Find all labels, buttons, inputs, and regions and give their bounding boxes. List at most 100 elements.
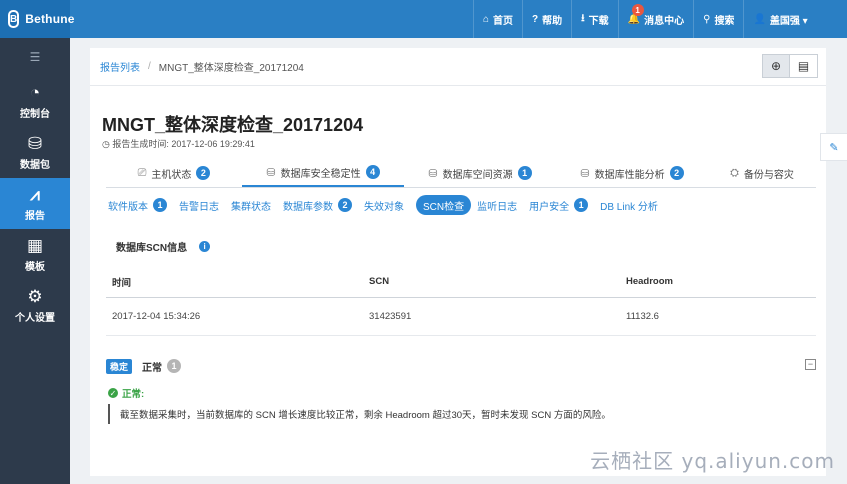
tab-host-status[interactable]: ⎚ 主机状态 2 (106, 159, 242, 187)
sidebar-item-label: 控制台 (20, 108, 50, 120)
table-row: 2017-12-04 15:34:26 31423591 11132.6 (106, 297, 816, 336)
notification-badge: 1 (631, 4, 644, 16)
brand[interactable]: B Bethune (0, 0, 74, 38)
top-nav: ⌂ 首页 ? 帮助 ⭳ 下载 🔔 1 消息中心 ⚲ 搜索 👤 盖国强 ▾ (473, 0, 817, 38)
sidebar-item-label: 模板 (25, 261, 45, 273)
sidebar-item-reports[interactable]: ⩘ 报告 (0, 178, 70, 229)
zoom-icon: ⊕ (770, 59, 782, 73)
cell-scn: 31423591 (363, 297, 620, 336)
subtab-invalid-objects[interactable]: 失效对象 (364, 195, 404, 215)
report-panel: 报告列表 / MNGT_整体深度检查_20171204 ⊕ ▤ MNGT_整体深… (90, 48, 826, 476)
subcategory-tabs: 软件版本 1 告警日志 集群状态 数据库参数 2 失效对象 SCN检查 监听日志… (108, 195, 670, 215)
database-icon: ⛁ (428, 167, 438, 180)
nav-search-label: 搜索 (714, 15, 735, 27)
subtab-db-link-analysis[interactable]: DB Link 分析 (600, 195, 658, 215)
status-count-badge: 1 (167, 359, 182, 373)
home-icon: ⌂ (483, 13, 490, 25)
sidebar-item-dashboard[interactable]: ◔ 控制台 (0, 76, 70, 127)
nav-home-label: 首页 (493, 15, 514, 27)
subtab-label: 用户安全 (529, 201, 570, 213)
nav-help[interactable]: ? 帮助 (522, 0, 571, 38)
stable-tag: 稳定 (106, 358, 133, 374)
app-name: Bethune (25, 12, 75, 26)
breadcrumb-report-list-link[interactable]: 报告列表 (100, 59, 140, 74)
zoom-view-button[interactable]: ⊕ (762, 54, 790, 78)
status-normal: 正常 1 (142, 359, 182, 374)
breadcrumb: 报告列表 / MNGT_整体深度检查_20171204 (90, 48, 826, 86)
subtab-software-version[interactable]: 软件版本 1 (108, 195, 167, 215)
subtab-label: 集群状态 (231, 201, 271, 213)
nav-download-label: 下载 (588, 15, 609, 27)
user-icon: 👤 (753, 13, 766, 25)
tab-db-space-resources[interactable]: ⛁ 数据库空间资源 1 (404, 159, 556, 187)
nav-search[interactable]: ⚲ 搜索 (693, 0, 743, 38)
nav-home[interactable]: ⌂ 首页 (473, 0, 522, 38)
subtab-label: DB Link 分析 (600, 201, 658, 213)
tab-label: 备份与容灾 (743, 169, 794, 181)
subtab-badge: 1 (153, 198, 167, 212)
nav-help-label: 帮助 (542, 15, 563, 27)
database-icon: ⛁ (580, 167, 590, 180)
subtab-user-security[interactable]: 用户安全 1 (529, 195, 589, 215)
subtab-listener-log[interactable]: 监听日志 (477, 195, 517, 215)
sidebar-item-settings[interactable]: ⚙ 个人设置 (0, 280, 70, 331)
edit-pencil-icon[interactable]: ✎ (820, 133, 847, 161)
status-row: 稳定 正常 1 − (106, 358, 816, 374)
column-header-headroom: Headroom (620, 267, 816, 298)
cell-time: 2017-12-04 15:34:26 (106, 297, 363, 336)
nav-user-label: 盖国强 ▾ (769, 15, 808, 27)
category-tabs: ⎚ 主机状态 2 ⛁ 数据库安全稳定性 4 ⛁ 数据库空间资源 1 ⛁ 数据库性… (106, 159, 816, 188)
cell-headroom: 11132.6 (620, 297, 816, 336)
info-icon[interactable]: i (199, 241, 211, 252)
report-generated-time: ◷ 报告生成时间: 2017-12-06 19:29:41 (102, 137, 255, 150)
tab-backup-dr[interactable]: ⛭ 备份与容灾 (708, 159, 816, 187)
list-icon: ▤ (797, 59, 810, 73)
tab-label: 数据库性能分析 (594, 169, 665, 181)
subtab-label: 告警日志 (179, 201, 219, 213)
result-detail: 截至数据采集时，当前数据库的 SCN 增长速度比较正常，剩余 Headroom … (108, 404, 708, 424)
sidebar-item-packages[interactable]: ⛁ 数据包 (0, 127, 70, 178)
view-toggle-group: ⊕ ▤ (762, 54, 818, 78)
tab-badge: 4 (365, 165, 380, 179)
tab-badge: 2 (196, 166, 211, 180)
subtab-label: 失效对象 (364, 201, 404, 213)
section-title-text: 数据库SCN信息 (116, 243, 188, 254)
breadcrumb-separator: / (148, 61, 151, 72)
subtab-scn-check[interactable]: SCN检查 (416, 195, 472, 215)
backup-icon: ⛭ (730, 166, 739, 179)
database-icon: ⛁ (266, 166, 276, 179)
collapse-icon[interactable]: − (805, 359, 816, 370)
grid-icon: ▦ (26, 235, 44, 255)
section-title: 数据库SCN信息 i (116, 239, 211, 254)
subtab-db-parameters[interactable]: 数据库参数 2 (283, 195, 352, 215)
bethune-logo-icon: B (8, 10, 20, 28)
table-header-row: 时间 SCN Headroom (106, 267, 816, 298)
sidebar-toggle-icon[interactable]: ☰ (0, 38, 70, 76)
result-status: ✓ 正常: (108, 386, 144, 400)
status-normal-label: 正常 (142, 362, 163, 374)
sidebar-item-templates[interactable]: ▦ 模板 (0, 229, 70, 280)
subtab-label: 软件版本 (108, 201, 148, 213)
sidebar-item-label: 报告 (25, 210, 45, 222)
page-title: MNGT_整体深度检查_20171204 (102, 115, 364, 135)
subtab-cluster-status[interactable]: 集群状态 (231, 195, 271, 215)
check-circle-icon: ✓ (108, 388, 118, 398)
server-icon: ⎚ (137, 166, 147, 179)
nav-download[interactable]: ⭳ 下载 (571, 0, 618, 38)
nav-user-menu[interactable]: 👤 盖国强 ▾ (743, 0, 816, 38)
help-icon: ? (532, 13, 539, 25)
tab-db-security-stability[interactable]: ⛁ 数据库安全稳定性 4 (242, 159, 404, 187)
subtab-alert-log[interactable]: 告警日志 (179, 195, 219, 215)
tab-db-performance[interactable]: ⛁ 数据库性能分析 2 (556, 159, 708, 187)
nav-messages[interactable]: 🔔 1 消息中心 (617, 0, 693, 38)
list-view-button[interactable]: ▤ (790, 54, 818, 78)
subtab-label: SCN检查 (423, 201, 465, 213)
sidebar-item-label: 个人设置 (15, 312, 55, 324)
watermark: 云栖社区 yq.aliyun.com (590, 449, 835, 473)
dashboard-icon: ◔ (29, 82, 41, 102)
tab-label: 数据库安全稳定性 (280, 168, 361, 180)
report-time-label: ◷ 报告生成时间: (102, 139, 172, 149)
sidebar-item-label: 数据包 (20, 159, 50, 171)
breadcrumb-current: MNGT_整体深度检查_20171204 (158, 63, 304, 74)
tab-badge: 1 (517, 166, 532, 180)
